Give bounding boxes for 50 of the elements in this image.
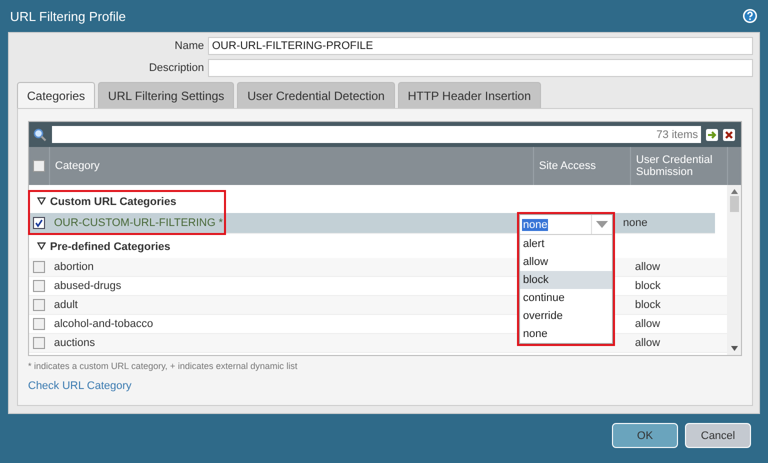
table-cell: OUR-CUSTOM-URL-FILTERING * <box>54 217 223 229</box>
checkbox[interactable] <box>33 280 45 292</box>
check-url-link[interactable]: Check URL Category <box>28 380 132 392</box>
search-field[interactable]: 73 items <box>52 126 701 143</box>
dropdown[interactable]: none alert allow block continue override none <box>519 214 613 344</box>
checkbox[interactable] <box>33 318 45 330</box>
table-cell: block <box>635 299 661 311</box>
collapse-icon[interactable] <box>37 241 46 253</box>
close-icon[interactable] <box>723 128 735 140</box>
window-title: URL Filtering Profile <box>10 8 126 24</box>
collapse-icon[interactable] <box>37 196 46 208</box>
dropdown-option[interactable]: block <box>520 271 612 289</box>
table-cell: adult <box>54 299 78 311</box>
scroll-down-icon[interactable] <box>730 346 738 351</box>
scroll-up-icon[interactable] <box>730 189 738 194</box>
table-cell: allow <box>635 318 660 330</box>
tab[interactable]: Categories <box>17 82 96 108</box>
input-field[interactable] <box>208 59 753 77</box>
table-cell: abused-drugs <box>54 280 122 292</box>
table-cell: allow <box>635 261 660 273</box>
tab[interactable]: URL Filtering Settings <box>98 82 234 108</box>
table-cell: alcohol-and-tobacco <box>54 318 154 330</box>
table-cell: auctions <box>54 337 95 349</box>
tab[interactable]: HTTP Header Insertion <box>398 82 541 108</box>
field-label: Name <box>174 40 204 52</box>
checkbox[interactable] <box>33 160 45 172</box>
input-field[interactable]: OUR-URL-FILTERING-PROFILE <box>208 37 753 55</box>
group-title: Pre-defined Categories <box>50 241 170 253</box>
table-cell: abortion <box>54 261 94 273</box>
group-title: Custom URL Categories <box>50 196 176 208</box>
selected-value: none <box>522 218 548 230</box>
field-label: Description <box>148 62 204 74</box>
cancel-button[interactable]: Cancel <box>685 423 751 448</box>
scroll-thumb[interactable] <box>730 196 738 212</box>
help-icon[interactable] <box>742 8 758 24</box>
dropdown-option[interactable]: alert <box>520 235 612 253</box>
footnote: * indicates a custom URL category, + indicates external dynamic list <box>28 361 298 371</box>
checkbox[interactable] <box>33 217 45 229</box>
checkbox[interactable] <box>33 261 45 273</box>
arrow-icon[interactable] <box>706 128 718 140</box>
checkbox[interactable] <box>33 299 45 311</box>
scrollbar[interactable] <box>727 185 741 355</box>
search-icon[interactable] <box>33 128 47 142</box>
item-count: 73 items <box>656 128 698 140</box>
table-cell: block <box>635 280 661 292</box>
checkbox[interactable] <box>33 337 45 349</box>
ok-button[interactable]: OK <box>612 423 678 448</box>
table-cell: allow <box>635 337 660 349</box>
table-cell: none <box>623 217 648 229</box>
tab[interactable]: User Credential Detection <box>237 82 395 108</box>
